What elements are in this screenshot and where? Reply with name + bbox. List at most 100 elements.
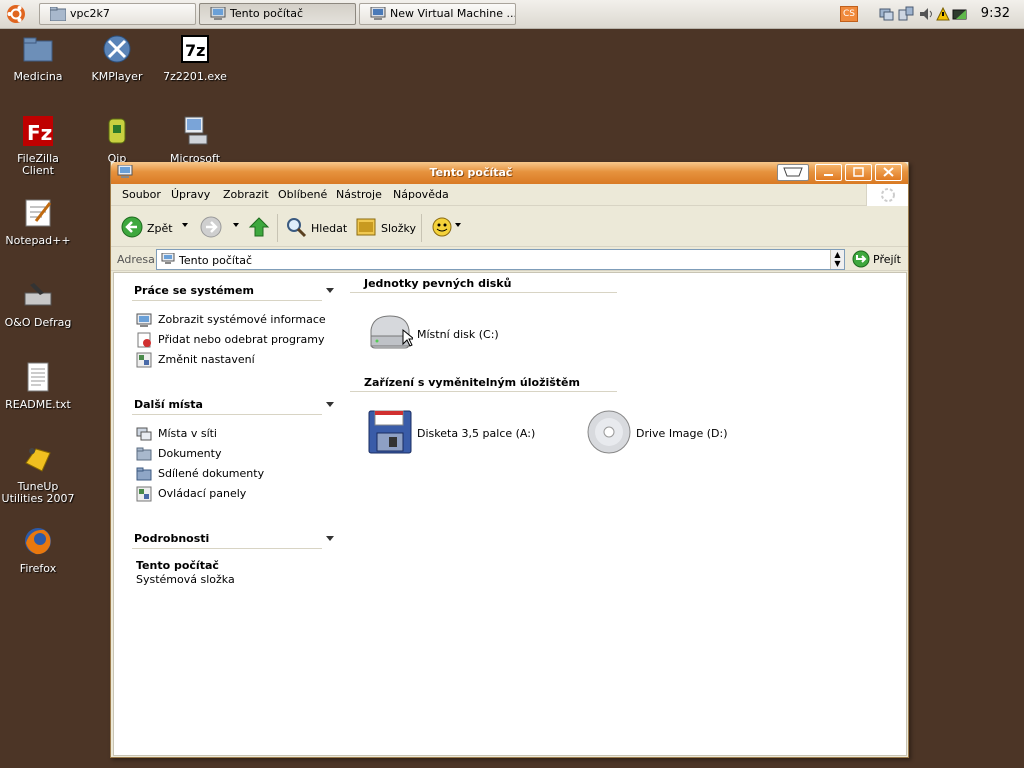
back-label: Zpět xyxy=(147,222,173,235)
menu-upravy[interactable]: Úpravy xyxy=(171,188,210,201)
defrag-icon xyxy=(22,279,54,311)
desktop-icon-label: Firefox xyxy=(19,562,57,575)
taskbar-button-label: New Virtual Machine ... xyxy=(390,7,516,20)
desktop-icon-oo-defrag[interactable]: O&O Defrag xyxy=(0,279,76,329)
folders-label: Složky xyxy=(381,222,417,235)
desktop-icon-label: Medicina xyxy=(13,70,63,83)
menu-oblibene[interactable]: Oblíbené xyxy=(278,188,327,201)
details-header[interactable]: Podrobnosti xyxy=(132,527,334,549)
up-button[interactable] xyxy=(248,216,270,240)
desktop-icon-label: KMPlayer xyxy=(91,70,143,83)
address-dropdown-icon[interactable]: ▲ ▼ xyxy=(830,250,844,269)
back-button[interactable]: Zpět xyxy=(121,216,173,240)
desktop-icon-label: FileZilla Client xyxy=(17,152,59,177)
details-type: Systémová složka xyxy=(136,573,235,586)
volume-icon[interactable] xyxy=(918,6,934,22)
add-remove-programs-icon xyxy=(136,332,152,348)
desktop-icon-label: Notepad++ xyxy=(5,234,71,247)
toolbar: Zpět Hledat Složky xyxy=(111,207,908,247)
menu-zobrazit[interactable]: Zobrazit xyxy=(223,188,269,201)
taskbar-button-label: vpc2k7 xyxy=(70,7,110,20)
hard-disk-icon xyxy=(367,310,416,356)
close-button[interactable] xyxy=(875,164,902,181)
desktop-icon-notepadpp[interactable]: Notepad++ xyxy=(0,197,76,247)
computer-icon xyxy=(161,252,175,265)
collapse-chevron-icon[interactable] xyxy=(326,288,334,293)
desktop-icon-qip[interactable]: Qip xyxy=(79,115,155,165)
clock[interactable]: 9:32 xyxy=(981,6,1010,21)
folder-icon xyxy=(49,6,67,22)
system-tasks-header[interactable]: Práce se systémem xyxy=(132,279,334,301)
power-icon[interactable] xyxy=(952,6,968,22)
back-arrow-icon xyxy=(121,216,143,238)
filezilla-icon: Fz xyxy=(22,115,54,147)
computer-icon xyxy=(179,115,211,147)
keyboard-layout-indicator[interactable]: CS xyxy=(840,6,858,22)
views-dropdown-icon[interactable] xyxy=(455,223,461,227)
desktop-icon-readme[interactable]: README.txt xyxy=(0,361,76,411)
details-title: Podrobnosti xyxy=(134,532,210,545)
back-dropdown-icon[interactable] xyxy=(182,223,188,227)
system-info-icon xyxy=(136,312,152,328)
firefox-icon xyxy=(22,525,54,557)
window-titlebar[interactable]: Tento počítač xyxy=(111,162,908,184)
other-places-header[interactable]: Další místa xyxy=(132,393,334,415)
taskbar-button-label: Tento počítač xyxy=(230,7,304,20)
control-panel-icon xyxy=(136,486,152,502)
search-button[interactable]: Hledat xyxy=(285,216,348,240)
svg-text:7z: 7z xyxy=(185,41,205,60)
address-value: Tento počítač xyxy=(179,254,253,267)
views-button[interactable] xyxy=(431,216,453,240)
desktop-icon-microsoft[interactable]: Microsoft xyxy=(157,115,233,165)
floppy-disk-icon xyxy=(367,409,413,455)
documents-folder-icon xyxy=(136,446,152,462)
network-manager-icon[interactable] xyxy=(898,6,914,22)
collapse-chevron-icon[interactable] xyxy=(326,402,334,407)
drive-label: Místní disk (C:) xyxy=(417,328,499,341)
collapse-chevron-icon[interactable] xyxy=(326,536,334,541)
forward-arrow-icon xyxy=(200,216,222,238)
taskbar-button-vpc2k7[interactable]: vpc2k7 xyxy=(39,3,196,25)
desktop-icon-7z2201[interactable]: 7z 7z2201.exe xyxy=(157,33,233,83)
taskbar-button-tento-pocitac[interactable]: Tento počítač xyxy=(199,3,356,25)
desktop-icon-filezilla[interactable]: Fz FileZilla Client xyxy=(0,115,76,177)
desktop-icon-medicina[interactable]: Medicina xyxy=(0,33,76,83)
maximize-button[interactable] xyxy=(845,164,872,181)
folders-icon xyxy=(355,216,377,238)
folders-button[interactable]: Složky xyxy=(355,216,417,240)
update-notifier-icon[interactable] xyxy=(936,6,950,22)
address-field[interactable]: Tento počítač ▲ ▼ xyxy=(156,249,845,270)
place-label: Sdílené dokumenty xyxy=(158,467,265,480)
menu-nastroje[interactable]: Nástroje xyxy=(336,188,382,201)
minimize-button[interactable] xyxy=(815,164,842,181)
go-label: Přejít xyxy=(873,253,901,266)
drive-label: Drive Image (D:) xyxy=(636,427,728,440)
details-name: Tento počítač xyxy=(136,559,219,572)
toolbar-separator xyxy=(421,214,422,242)
network-icon[interactable] xyxy=(878,6,894,22)
place-label: Místa v síti xyxy=(158,427,217,440)
keyboard-layout-label: CS xyxy=(843,9,855,19)
forward-dropdown-icon[interactable] xyxy=(233,223,239,227)
tuneup-icon xyxy=(22,443,54,475)
removable-group-header: Zařízení s vyměnitelným úložištěm xyxy=(350,374,617,392)
hard-drives-title: Jednotky pevných disků xyxy=(364,277,512,290)
desktop-icon-firefox[interactable]: Firefox xyxy=(0,525,76,575)
desktop-icon-tuneup[interactable]: TuneUp Utilities 2007 xyxy=(0,443,76,505)
search-label: Hledat xyxy=(311,222,348,235)
throbber-icon xyxy=(866,184,908,206)
svg-text:Fz: Fz xyxy=(27,121,52,145)
menu-soubor[interactable]: Soubor xyxy=(122,188,161,201)
desktop-icon-kmplayer[interactable]: KMPlayer xyxy=(79,33,155,83)
taskbar-button-new-virtual-machine[interactable]: New Virtual Machine ... xyxy=(359,3,516,25)
ubuntu-logo-icon[interactable] xyxy=(6,4,26,24)
address-label: Adresa xyxy=(117,253,155,266)
kmplayer-icon xyxy=(101,33,133,65)
desktop-icon-label: README.txt xyxy=(5,398,71,411)
shade-button[interactable] xyxy=(777,164,809,181)
toolbar-separator xyxy=(277,214,278,242)
explorer-window: Tento počítač Soubor Úpravy Zobrazit Obl… xyxy=(110,162,909,758)
menu-napoveda[interactable]: Nápověda xyxy=(393,188,449,201)
forward-button[interactable] xyxy=(200,216,222,240)
network-places-icon xyxy=(136,426,152,442)
